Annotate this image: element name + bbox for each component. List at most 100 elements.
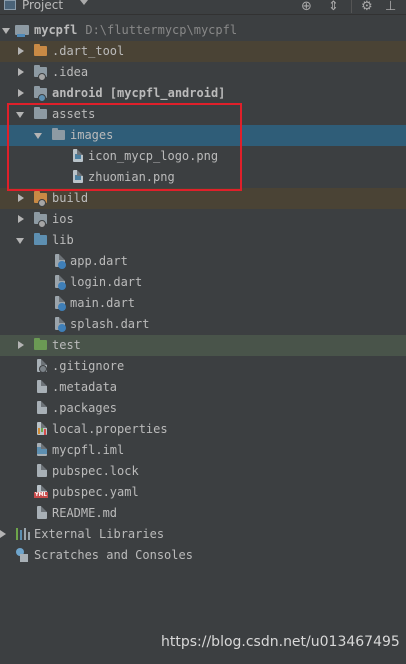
tree-item-label: icon_mycp_logo.png — [88, 149, 219, 163]
tree-item-label: zhuomian.png — [88, 170, 175, 184]
settings-badge-icon — [38, 199, 46, 207]
tree-item-path: D:\fluttermycp\mycpfl — [85, 23, 238, 37]
watermark: https://blog.csdn.net/u013467495 — [161, 634, 400, 650]
tree-item-label: Scratches and Consoles — [34, 548, 193, 562]
tree-item-label: .gitignore — [52, 359, 125, 373]
tree-item-readme[interactable]: README.md — [0, 503, 406, 524]
tree-item-idea[interactable]: .idea — [0, 62, 406, 83]
tree-item-label: ios — [52, 212, 74, 226]
tree-item-lib[interactable]: lib — [0, 230, 406, 251]
tree-item-label: mycpfl.iml — [52, 443, 125, 457]
folder-icon — [52, 128, 65, 140]
tree-item-external-libraries[interactable]: External Libraries — [0, 524, 406, 545]
gitignore-file-icon — [37, 359, 47, 373]
dart-file-icon — [55, 254, 66, 269]
tree-item-label: login.dart — [70, 275, 143, 289]
dart-file-icon — [55, 296, 66, 311]
tree-item-main-dart[interactable]: main.dart — [0, 293, 406, 314]
tree-item-build[interactable]: build — [0, 188, 406, 209]
collapse-arrow-icon[interactable] — [18, 68, 24, 76]
settings-badge-icon — [38, 73, 46, 81]
expand-arrow-icon[interactable] — [16, 112, 24, 118]
tree-item-local-properties[interactable]: local.properties — [0, 419, 406, 440]
image-file-icon — [73, 170, 83, 183]
markdown-file-icon — [37, 506, 47, 519]
expand-arrow-icon[interactable] — [34, 133, 42, 139]
tree-item-dart-tool[interactable]: .dart_tool — [0, 41, 406, 62]
yaml-file-icon — [34, 485, 48, 498]
tree-item-pubspec-lock[interactable]: pubspec.lock — [0, 461, 406, 482]
tree-item-scratches[interactable]: Scratches and Consoles — [0, 545, 406, 566]
text-file-icon — [37, 380, 47, 393]
tree-item-label: README.md — [52, 506, 118, 520]
tree-item-label: pubspec.yaml — [52, 485, 139, 499]
collapse-arrow-icon[interactable] — [0, 530, 6, 538]
tree-item-login-dart[interactable]: login.dart — [0, 272, 406, 293]
tree-item-iml[interactable]: mycpfl.iml — [0, 440, 406, 461]
expand-arrow-icon[interactable] — [2, 28, 10, 34]
tree-item-label: pubspec.lock — [52, 464, 139, 478]
tree-item-label: images — [70, 128, 114, 142]
tree-item-pubspec-yaml[interactable]: pubspec.yaml — [0, 482, 406, 503]
tree-item-label: app.dart — [70, 254, 128, 268]
text-file-icon — [37, 401, 47, 414]
tree-item-label: assets — [52, 107, 96, 121]
project-toolwindow-header: Project ⊕ ⇕ ⚙ ⊥ — [0, 0, 406, 15]
tree-item-app-dart[interactable]: app.dart — [0, 251, 406, 272]
source-folder-icon — [34, 233, 47, 245]
tree-item-label: .metadata — [52, 380, 118, 394]
image-file-icon — [73, 149, 83, 162]
collapse-arrow-icon[interactable] — [18, 215, 24, 223]
dart-file-icon — [55, 275, 66, 290]
chevron-down-icon[interactable] — [80, 0, 88, 5]
collapse-arrow-icon[interactable] — [18, 194, 24, 202]
tree-item-label: External Libraries — [34, 527, 165, 541]
tree-item-test[interactable]: test — [0, 335, 406, 356]
scratches-icon — [16, 548, 28, 562]
tree-item-label: test — [52, 338, 81, 352]
dart-file-icon — [55, 317, 66, 332]
gear-icon[interactable]: ⚙ — [361, 0, 373, 14]
module-badge-icon — [38, 94, 46, 102]
tree-item-label: .idea — [52, 65, 89, 79]
expand-arrow-icon[interactable] — [16, 238, 24, 244]
tree-item-label: dart_tool — [59, 44, 125, 58]
tree-item-metadata[interactable]: .metadata — [0, 377, 406, 398]
project-view-icon — [4, 0, 16, 10]
tree-item-label: mycpfl — [34, 23, 78, 37]
collapse-all-icon[interactable]: ⇕ — [328, 0, 339, 14]
collapse-arrow-icon[interactable] — [18, 47, 24, 55]
folder-icon — [34, 107, 47, 119]
tree-item-packages[interactable]: .packages — [0, 398, 406, 419]
tree-item-gitignore[interactable]: .gitignore — [0, 356, 406, 377]
tree-item-label: android [mycpfl_android] — [52, 86, 226, 100]
excluded-folder-icon — [34, 44, 47, 56]
module-file-icon — [37, 443, 47, 456]
tree-item-splash-dart[interactable]: splash.dart — [0, 314, 406, 335]
tree-item-label: local.properties — [52, 422, 168, 436]
tree-item-root[interactable]: mycpfl D:\fluttermycp\mycpfl — [0, 20, 406, 41]
text-file-icon — [37, 464, 47, 477]
hide-icon[interactable]: ⊥ — [385, 0, 396, 14]
properties-file-icon — [37, 422, 47, 435]
toolbar-divider — [351, 0, 352, 13]
tree-item-label: .packages — [52, 401, 118, 415]
tree-item-ios[interactable]: ios — [0, 209, 406, 230]
settings-badge-icon — [38, 220, 46, 228]
tree-item-label: lib — [52, 233, 74, 247]
test-folder-icon — [34, 338, 47, 350]
tree-item-label: build — [52, 191, 89, 205]
tree-item-zhuomian-png[interactable]: zhuomian.png — [0, 167, 406, 188]
locate-file-icon[interactable]: ⊕ — [301, 0, 312, 14]
module-icon — [15, 25, 29, 37]
tree-item-label: main.dart — [70, 296, 136, 310]
tree-item-android[interactable]: android [mycpfl_android] — [0, 83, 406, 104]
project-view-selector[interactable]: Project — [22, 0, 63, 12]
tree-item-assets[interactable]: assets — [0, 104, 406, 125]
collapse-arrow-icon[interactable] — [18, 341, 24, 349]
tree-item-logo-png[interactable]: icon_mycp_logo.png — [0, 146, 406, 167]
tree-item-label: splash.dart — [70, 317, 150, 331]
collapse-arrow-icon[interactable] — [18, 89, 24, 97]
tree-item-images[interactable]: images — [0, 125, 406, 146]
library-icon — [16, 528, 30, 540]
